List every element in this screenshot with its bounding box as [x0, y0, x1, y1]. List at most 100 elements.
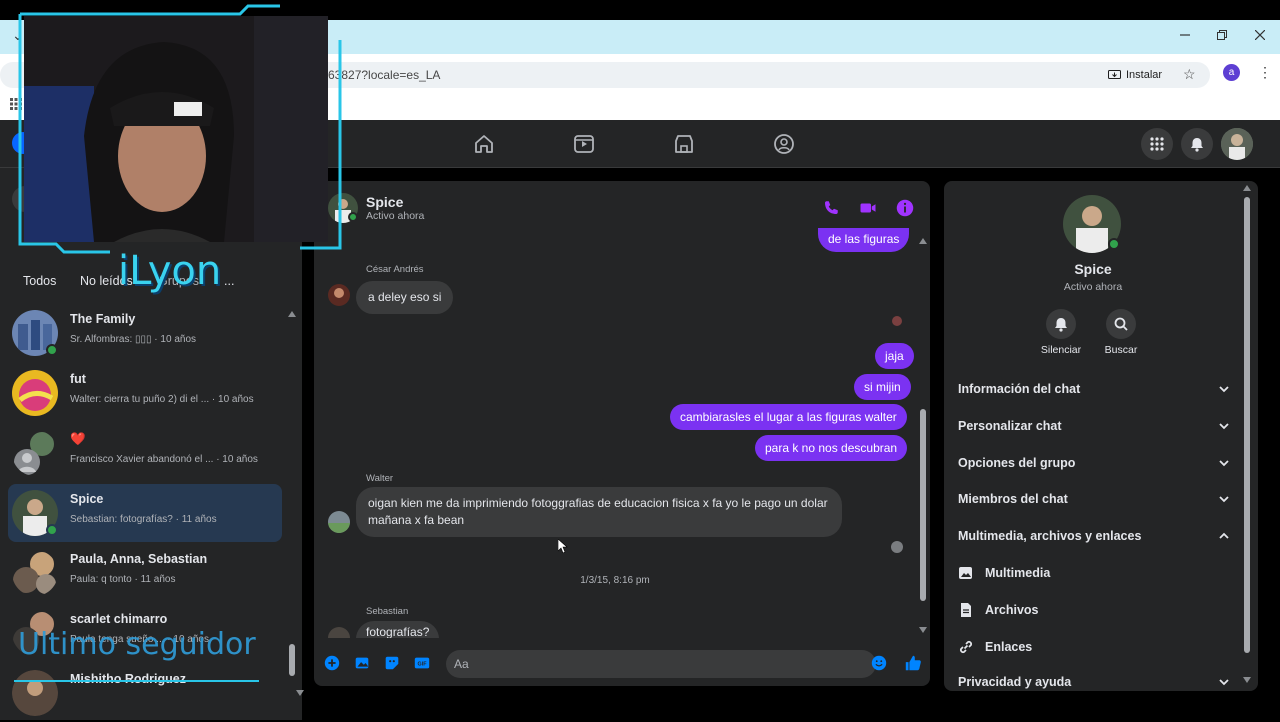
- search-button[interactable]: [1106, 309, 1136, 339]
- list-item-chat[interactable]: The Family Sr. Alfombras: ▯▯▯ · 10 años: [8, 304, 282, 362]
- chat-preview: Francisco Xavier abandonó el ... · 10 añ…: [70, 454, 258, 465]
- chat-name: scarlet chimarro: [70, 612, 168, 626]
- follower-bar-decoration: [14, 680, 259, 682]
- close-window-icon[interactable]: [1255, 30, 1265, 40]
- gif-icon[interactable]: GIF: [413, 654, 431, 672]
- sender-name: Sebastian: [366, 606, 409, 617]
- chat-preview: Walter: cierra tu puño 2) di el ... · 10…: [70, 394, 254, 405]
- menu-grid-button[interactable]: [1141, 128, 1173, 160]
- sender-name: Walter: [366, 473, 394, 484]
- list-item-chat[interactable]: Paula, Anna, Sebastian Paula: q tonto · …: [8, 544, 282, 602]
- chat-name: Paula, Anna, Sebastian: [70, 552, 208, 566]
- groups-icon[interactable]: [772, 132, 796, 156]
- phone-call-icon[interactable]: [822, 199, 840, 217]
- message-timestamp: 1/3/15, 8:16 pm: [580, 575, 650, 586]
- thumbs-up-icon[interactable]: [904, 654, 922, 672]
- section-media-files-links[interactable]: Multimedia, archivos y enlaces: [958, 529, 1230, 543]
- list-item-chat[interactable]: Mishitho Rodriguez: [8, 664, 282, 722]
- message-bubble-incoming[interactable]: fotografías?: [356, 621, 440, 638]
- chevron-down-icon: [1219, 460, 1229, 467]
- plus-circle-icon[interactable]: [323, 654, 341, 672]
- online-indicator: [1108, 238, 1120, 250]
- list-item-chat-active[interactable]: Spice Sebastian: fotografías? · 11 años: [8, 484, 282, 542]
- conversation-scroll-thumb[interactable]: [920, 409, 926, 601]
- last-follower-label: Ultimo seguidor: [18, 627, 256, 662]
- chevron-down-icon: [1219, 423, 1229, 430]
- list-item-chat[interactable]: ❤️ Francisco Xavier abandonó el ... · 10…: [8, 424, 282, 482]
- chat-list-scrollbar[interactable]: [288, 304, 304, 696]
- mouse-cursor-icon: [558, 539, 568, 553]
- restore-icon[interactable]: [1217, 30, 1227, 40]
- chevron-down-icon: [1219, 386, 1229, 393]
- account-avatar[interactable]: [1221, 128, 1253, 160]
- profile-avatar[interactable]: a: [1223, 64, 1240, 81]
- install-icon: [1108, 69, 1121, 79]
- chevron-down-icon: [1219, 679, 1229, 686]
- group-avatar: [12, 550, 58, 596]
- section-group-options[interactable]: Opciones del grupo: [958, 456, 1230, 470]
- chat-name: Spice: [70, 492, 104, 506]
- chat-info-panel: Spice Activo ahora Silenciar Buscar Info…: [944, 181, 1258, 691]
- section-chat-members[interactable]: Miembros del chat: [958, 492, 1230, 506]
- sticker-icon[interactable]: [383, 654, 401, 672]
- filter-todos[interactable]: Todos: [23, 274, 56, 288]
- message-bubble-outgoing[interactable]: cambiarasles el lugar a las figuras walt…: [670, 404, 907, 430]
- scroll-down-arrow-icon[interactable]: [1243, 677, 1251, 683]
- streamer-name: iLyon: [118, 248, 222, 294]
- group-avatar: [12, 430, 58, 476]
- video-call-icon[interactable]: [859, 199, 877, 217]
- scroll-down-arrow-icon[interactable]: [296, 690, 304, 696]
- conversation-title[interactable]: Spice: [366, 194, 403, 210]
- chat-preview: Paula: q tonto · 11 años: [70, 574, 176, 585]
- mute-button[interactable]: [1046, 309, 1076, 339]
- group-avatar: [12, 370, 58, 416]
- conversation-info-icon[interactable]: [896, 199, 914, 217]
- scroll-up-arrow-icon[interactable]: [1243, 185, 1251, 191]
- message-bubble-outgoing[interactable]: para k no nos descubran: [755, 435, 908, 461]
- message-composer-input[interactable]: Aa: [446, 650, 876, 678]
- install-app-button[interactable]: Instalar: [1100, 65, 1170, 85]
- message-bubble-outgoing[interactable]: de las figuras: [818, 228, 910, 252]
- emoji-icon[interactable]: [870, 654, 888, 672]
- bookmark-star-icon[interactable]: ☆: [1183, 66, 1196, 83]
- message-bubble-outgoing[interactable]: jaja: [875, 343, 914, 369]
- sender-avatar: [328, 627, 350, 638]
- section-customize-chat[interactable]: Personalizar chat: [958, 419, 1230, 433]
- filter-more[interactable]: ...: [224, 274, 234, 288]
- chat-info-status: Activo ahora: [1063, 281, 1123, 293]
- composer-placeholder: Aa: [454, 657, 469, 671]
- chat-preview: Sebastian: fotografías? · 11 años: [70, 514, 217, 525]
- message-bubble-incoming[interactable]: a deley eso si: [356, 281, 454, 314]
- scroll-down-arrow-icon[interactable]: [919, 627, 927, 633]
- section-privacy-help[interactable]: Privacidad y ayuda: [958, 675, 1230, 689]
- chat-info-name: Spice: [1074, 261, 1112, 277]
- svg-text:GIF: GIF: [418, 662, 428, 668]
- minimize-icon[interactable]: [1180, 30, 1190, 40]
- menu-grid-icon: [1150, 137, 1164, 151]
- marketplace-icon[interactable]: [672, 132, 696, 156]
- chat-name: fut: [70, 372, 86, 386]
- scroll-up-arrow-icon[interactable]: [288, 311, 296, 317]
- bell-icon: [1055, 317, 1067, 332]
- online-indicator: [46, 524, 58, 536]
- notifications-button[interactable]: [1181, 128, 1213, 160]
- chat-preview: Sr. Alfombras: ▯▯▯ · 10 años: [70, 334, 197, 345]
- section-chat-info[interactable]: Información del chat: [958, 382, 1230, 396]
- list-item-chat[interactable]: fut Walter: cierra tu puño 2) di el ... …: [8, 364, 282, 422]
- gallery-icon[interactable]: [353, 654, 371, 672]
- info-scroll-thumb[interactable]: [1244, 197, 1250, 653]
- bell-icon: [1191, 137, 1203, 152]
- message-bubble-incoming[interactable]: oigan kien me da imprimiendo fotoggrafia…: [356, 487, 842, 537]
- message-bubble-outgoing[interactable]: si mijin: [854, 374, 911, 400]
- home-icon[interactable]: [472, 132, 496, 156]
- sender-name: César Andrés: [366, 264, 424, 275]
- video-icon[interactable]: [572, 132, 596, 156]
- scroll-thumb[interactable]: [289, 644, 295, 676]
- conversation-panel: Spice Activo ahora de las figuras César …: [314, 181, 930, 686]
- sender-avatar: [328, 511, 350, 533]
- scroll-up-arrow-icon[interactable]: [919, 238, 927, 244]
- webcam-feed: [24, 16, 328, 242]
- browser-menu-icon[interactable]: ⋮: [1258, 64, 1272, 81]
- search-icon: [1114, 317, 1128, 331]
- read-receipt-avatar: [892, 316, 902, 326]
